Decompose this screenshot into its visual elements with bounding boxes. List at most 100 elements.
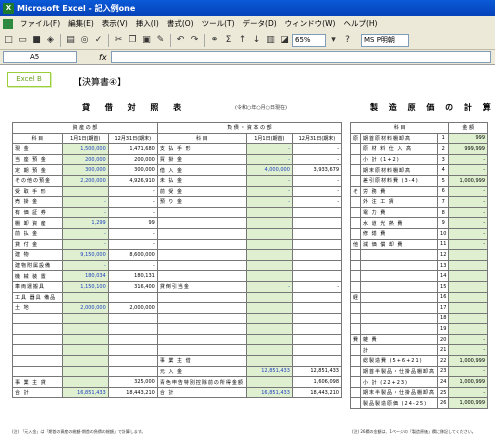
asset-dec-cell[interactable]: 200,000 bbox=[107, 153, 158, 166]
chevron-down-icon[interactable]: ▾ bbox=[327, 34, 340, 47]
help-icon[interactable]: ? bbox=[341, 34, 354, 47]
liability-dec-cell[interactable]: 12,851,433 bbox=[291, 365, 343, 378]
asset-dec-cell[interactable]: 325,000 bbox=[107, 376, 158, 388]
asset-jan-cell[interactable] bbox=[61, 291, 109, 304]
asset-jan-cell[interactable]: 16,851,433 bbox=[61, 386, 109, 399]
drawing-icon[interactable]: ◪ bbox=[278, 34, 291, 47]
asset-jan-cell[interactable]: - bbox=[61, 206, 109, 219]
paste-icon[interactable]: ▣ bbox=[140, 34, 153, 47]
asset-jan-cell[interactable]: 1,500,000 bbox=[61, 143, 109, 155]
mc-amount-cell[interactable]: 1,000,999 bbox=[448, 376, 488, 388]
mc-amount-cell[interactable] bbox=[448, 312, 488, 325]
asset-jan-cell[interactable] bbox=[61, 365, 109, 378]
liability-jan-cell[interactable] bbox=[245, 259, 293, 272]
liability-dec-cell[interactable]: - bbox=[291, 185, 343, 198]
asset-dec-cell[interactable]: 2,000,000 bbox=[107, 302, 158, 314]
liability-dec-cell[interactable] bbox=[291, 344, 343, 357]
liability-jan-cell[interactable]: 4,000,000 bbox=[245, 164, 293, 176]
mc-amount-cell[interactable] bbox=[448, 291, 488, 304]
mc-amount-cell[interactable]: - bbox=[448, 344, 488, 357]
asset-dec-cell[interactable]: 316,400 bbox=[107, 280, 158, 293]
asset-jan-cell[interactable]: - bbox=[61, 196, 109, 208]
mc-amount-cell[interactable] bbox=[448, 259, 488, 272]
asset-jan-cell[interactable]: 2,000,000 bbox=[61, 302, 109, 314]
liability-jan-cell[interactable]: - bbox=[245, 196, 293, 208]
asset-jan-cell[interactable]: - bbox=[61, 238, 109, 251]
mc-amount-cell[interactable]: - bbox=[448, 227, 488, 240]
font-select[interactable]: MS P明朝 bbox=[361, 33, 409, 47]
format-painter-icon[interactable]: ✎ bbox=[154, 34, 167, 47]
mc-amount-cell[interactable]: - bbox=[448, 206, 488, 219]
asset-dec-cell[interactable] bbox=[107, 323, 158, 335]
asset-dec-cell[interactable]: 8,600,000 bbox=[107, 249, 158, 261]
menu-tools[interactable]: ツール(T) bbox=[198, 18, 239, 29]
cut-icon[interactable]: ✂ bbox=[112, 34, 125, 47]
menu-data[interactable]: データ(D) bbox=[239, 18, 281, 29]
asset-jan-cell[interactable]: 180,034 bbox=[61, 270, 109, 282]
mc-amount-cell[interactable] bbox=[448, 302, 488, 314]
menu-file[interactable]: ファイル(F) bbox=[16, 18, 64, 29]
asset-jan-cell[interactable] bbox=[61, 323, 109, 335]
mc-amount-cell[interactable]: - bbox=[448, 185, 488, 198]
liability-jan-cell[interactable]: - bbox=[245, 174, 293, 187]
liability-jan-cell[interactable]: - bbox=[245, 185, 293, 198]
liability-dec-cell[interactable] bbox=[291, 227, 343, 240]
asset-dec-cell[interactable]: 4,926,910 bbox=[107, 174, 158, 187]
asset-dec-cell[interactable]: - bbox=[107, 227, 158, 240]
asset-dec-cell[interactable]: 180,131 bbox=[107, 270, 158, 282]
mc-amount-cell[interactable]: 1,000,999 bbox=[448, 397, 488, 410]
insert-function-icon[interactable]: fx bbox=[99, 53, 107, 62]
save-icon[interactable]: ■ bbox=[30, 34, 43, 47]
mc-amount-cell[interactable] bbox=[448, 270, 488, 282]
asset-dec-cell[interactable] bbox=[107, 344, 158, 357]
copy-icon[interactable]: ❐ bbox=[126, 34, 139, 47]
asset-dec-cell[interactable]: 1,471,680 bbox=[107, 143, 158, 155]
mc-amount-cell[interactable]: - bbox=[448, 196, 488, 208]
liability-dec-cell[interactable] bbox=[291, 333, 343, 346]
asset-jan-cell[interactable]: 2,200,000 bbox=[61, 174, 109, 187]
liability-jan-cell[interactable] bbox=[245, 238, 293, 251]
asset-dec-cell[interactable] bbox=[107, 365, 158, 378]
asset-jan-cell[interactable] bbox=[61, 376, 109, 388]
asset-dec-cell[interactable]: 300,000 bbox=[107, 164, 158, 176]
asset-dec-cell[interactable] bbox=[107, 291, 158, 304]
print-preview-icon[interactable]: ◎ bbox=[78, 34, 91, 47]
liability-jan-cell[interactable] bbox=[245, 291, 293, 304]
mc-amount-cell[interactable]: - bbox=[448, 238, 488, 251]
liability-dec-cell[interactable] bbox=[291, 312, 343, 325]
asset-jan-cell[interactable]: 200,000 bbox=[61, 153, 109, 166]
liability-jan-cell[interactable] bbox=[245, 302, 293, 314]
liability-jan-cell[interactable] bbox=[245, 355, 293, 367]
liability-dec-cell[interactable] bbox=[291, 302, 343, 314]
liability-dec-cell[interactable] bbox=[291, 238, 343, 251]
liability-jan-cell[interactable] bbox=[245, 206, 293, 219]
liability-dec-cell[interactable]: - bbox=[291, 196, 343, 208]
liability-jan-cell[interactable] bbox=[245, 312, 293, 325]
asset-dec-cell[interactable]: - bbox=[107, 259, 158, 272]
mc-amount-cell[interactable]: - bbox=[448, 386, 488, 399]
autosum-icon[interactable]: Σ bbox=[222, 34, 235, 47]
mc-amount-cell[interactable]: - bbox=[448, 153, 488, 166]
workbook-icon[interactable] bbox=[3, 18, 13, 29]
mc-amount-cell[interactable]: 1,000,999 bbox=[448, 174, 488, 187]
hyperlink-icon[interactable]: ⚭ bbox=[208, 34, 221, 47]
liability-jan-cell[interactable] bbox=[245, 376, 293, 388]
asset-dec-cell[interactable]: - bbox=[107, 206, 158, 219]
asset-jan-cell[interactable]: 1,299 bbox=[61, 217, 109, 229]
liability-jan-cell[interactable] bbox=[245, 227, 293, 240]
menu-edit[interactable]: 編集(E) bbox=[64, 18, 98, 29]
asset-dec-cell[interactable]: - bbox=[107, 185, 158, 198]
asset-jan-cell[interactable]: - bbox=[61, 227, 109, 240]
liability-jan-cell[interactable] bbox=[245, 333, 293, 346]
liability-dec-cell[interactable] bbox=[291, 355, 343, 367]
formula-input[interactable] bbox=[110, 51, 491, 63]
liability-jan-cell[interactable] bbox=[245, 323, 293, 335]
asset-jan-cell[interactable]: 9,150,000 bbox=[61, 249, 109, 261]
asset-jan-cell[interactable]: 300,000 bbox=[61, 164, 109, 176]
asset-dec-cell[interactable]: - bbox=[107, 238, 158, 251]
asset-dec-cell[interactable] bbox=[107, 355, 158, 367]
asset-jan-cell[interactable]: - bbox=[61, 259, 109, 272]
asset-dec-cell[interactable]: 18,443,210 bbox=[107, 386, 158, 399]
liability-dec-cell[interactable] bbox=[291, 291, 343, 304]
liability-jan-cell[interactable] bbox=[245, 344, 293, 357]
